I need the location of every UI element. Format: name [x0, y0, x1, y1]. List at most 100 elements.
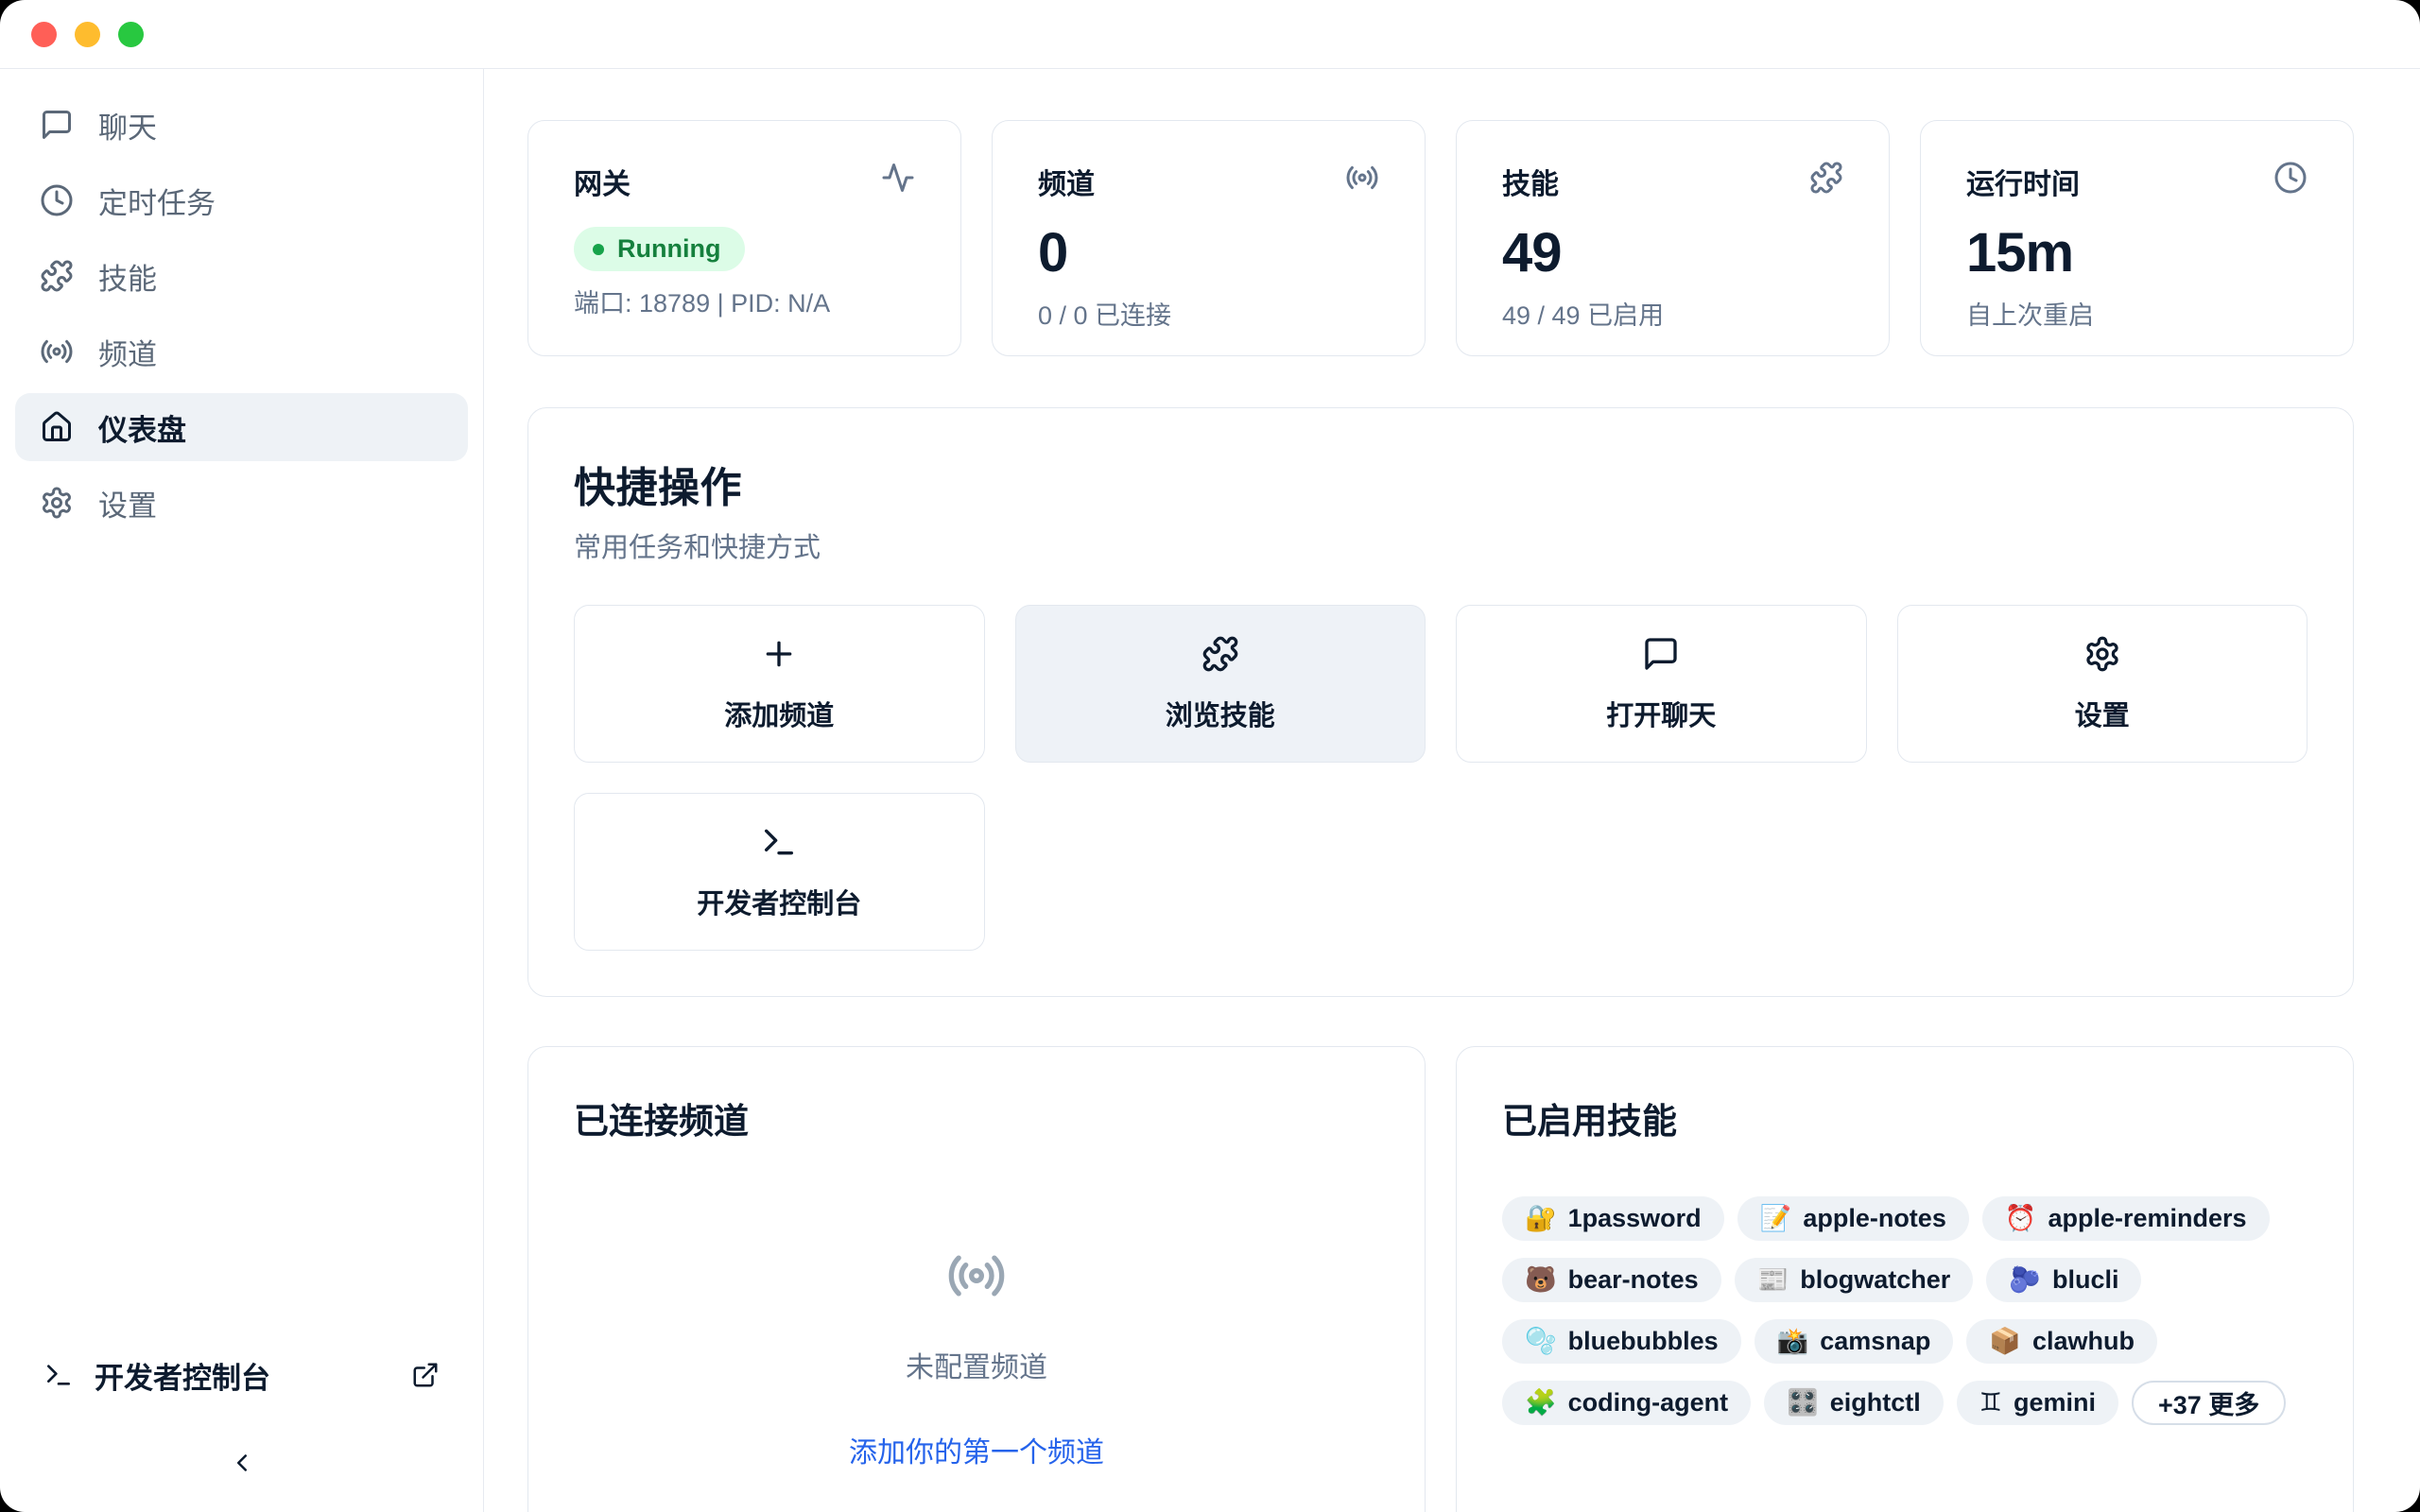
skill-emoji: 🔐 — [1525, 1206, 1557, 1231]
skill-emoji: 🐻 — [1525, 1267, 1557, 1293]
main-content: 网关 Running 端口: 18789 | PID: N/A 频道 — [484, 69, 2420, 1512]
sidebar-item-label: 定时任务 — [98, 180, 216, 222]
minimize-button[interactable] — [75, 22, 100, 47]
skill-name: blogwatcher — [1800, 1265, 1950, 1295]
app-window: 聊天 定时任务 技能 频道 — [0, 0, 2420, 1512]
add-first-channel-link[interactable]: 添加你的第一个频道 — [849, 1429, 1104, 1470]
skill-tag: 📰 blogwatcher — [1735, 1258, 1974, 1302]
status-dot — [593, 244, 604, 255]
status-badge-label: Running — [617, 234, 720, 264]
sidebar-item-label: 设置 — [98, 482, 157, 524]
quick-action-button[interactable]: 打开聊天 — [1456, 605, 1867, 763]
enabled-skills-title: 已启用技能 — [1502, 1092, 2308, 1143]
collapse-sidebar-button[interactable] — [221, 1442, 263, 1484]
stat-subtext: 49 / 49 已启用 — [1502, 295, 1843, 332]
quick-action-button[interactable]: 开发者控制台 — [574, 793, 985, 951]
quick-actions-title: 快捷操作 — [574, 454, 2308, 514]
puzzle-icon — [1201, 635, 1239, 673]
skill-name: clawhub — [2032, 1327, 2135, 1356]
sidebar-item-label: 技能 — [98, 255, 157, 298]
gear-icon — [2083, 635, 2121, 673]
skill-emoji: 🫧 — [1525, 1329, 1557, 1354]
skill-name: 1password — [1568, 1204, 1702, 1233]
puzzle-icon — [40, 259, 74, 293]
close-button[interactable] — [31, 22, 57, 47]
skill-name: eightctl — [1830, 1388, 1921, 1418]
skill-tag: 🔐 1password — [1502, 1196, 1724, 1241]
sidebar-item-label: 仪表盘 — [98, 406, 186, 449]
sidebar-item[interactable]: 设置 — [15, 469, 468, 537]
app-body: 聊天 定时任务 技能 频道 — [0, 69, 2420, 1512]
quick-action-button[interactable]: 浏览技能 — [1015, 605, 1426, 763]
stat-card: 网关 Running 端口: 18789 | PID: N/A — [527, 120, 961, 356]
titlebar — [0, 0, 2420, 69]
stat-title: 网关 — [574, 161, 631, 202]
traffic-lights — [31, 22, 144, 47]
stat-subtext: 0 / 0 已连接 — [1038, 295, 1379, 332]
skill-emoji: ⏰ — [2005, 1206, 2037, 1231]
zoom-button[interactable] — [118, 22, 144, 47]
stat-value: 15m — [1966, 223, 2308, 284]
quick-action-button[interactable]: 添加频道 — [574, 605, 985, 763]
more-skills-button[interactable]: +37 更多 — [2132, 1381, 2286, 1425]
skill-emoji: 📝 — [1760, 1206, 1792, 1231]
quick-action-label: 开发者控制台 — [697, 882, 861, 921]
skill-name: bluebubbles — [1568, 1327, 1719, 1356]
plus-icon — [760, 635, 798, 673]
quick-actions-subtitle: 常用任务和快捷方式 — [574, 525, 2308, 565]
stat-value: 49 — [1502, 223, 1843, 284]
skill-tag: 🐻 bear-notes — [1502, 1258, 1721, 1302]
clock-icon — [2273, 161, 2308, 195]
skill-tag: 🫐 blucli — [1986, 1258, 2141, 1302]
skill-tag: 🎛️ eightctl — [1764, 1381, 1944, 1425]
activity-icon — [881, 161, 915, 195]
clock-icon — [40, 183, 74, 217]
sidebar-item[interactable]: 技能 — [15, 242, 468, 310]
stat-subtext: 端口: 18789 | PID: N/A — [574, 283, 915, 319]
external-link-icon[interactable] — [411, 1361, 440, 1389]
radio-icon — [946, 1246, 1007, 1306]
skill-emoji: 🎛️ — [1787, 1390, 1819, 1416]
terminal-icon — [43, 1360, 74, 1390]
sidebar-item[interactable]: 定时任务 — [15, 166, 468, 234]
quick-action-label: 浏览技能 — [1166, 694, 1275, 733]
sidebar: 聊天 定时任务 技能 频道 — [0, 69, 484, 1512]
skill-name: gemini — [2014, 1388, 2096, 1418]
sidebar-footer: 开发者控制台 — [15, 1342, 468, 1489]
collapse-row — [15, 1436, 468, 1489]
sidebar-item[interactable]: 聊天 — [15, 91, 468, 159]
skill-tag: 🫧 bluebubbles — [1502, 1319, 1741, 1364]
skill-tag: 📦 clawhub — [1966, 1319, 2157, 1364]
quick-action-button[interactable]: 设置 — [1897, 605, 2308, 763]
connected-channels-panel: 已连接频道 未配置频道 添加你的第一个频道 — [527, 1046, 1426, 1512]
stat-title: 技能 — [1502, 161, 1559, 202]
skill-tag: ♊ gemini — [1957, 1381, 2118, 1425]
skill-emoji: 🧩 — [1525, 1390, 1557, 1416]
skill-emoji: 📸 — [1777, 1329, 1809, 1354]
developer-console-row[interactable]: 开发者控制台 — [15, 1342, 468, 1408]
radio-icon — [1345, 161, 1379, 195]
sidebar-item[interactable]: 仪表盘 — [15, 393, 468, 461]
skill-tag: ⏰ apple-reminders — [1982, 1196, 2270, 1241]
radio-icon — [40, 335, 74, 369]
puzzle-icon — [1809, 161, 1843, 195]
developer-console-label: 开发者控制台 — [95, 1354, 270, 1397]
stat-card: 技能 49 49 / 49 已启用 — [1456, 120, 1890, 356]
stat-value: 0 — [1038, 223, 1379, 284]
skill-emoji: 📦 — [1989, 1329, 2021, 1354]
skill-name: coding-agent — [1568, 1388, 1729, 1418]
stat-subtext: 自上次重启 — [1966, 295, 2308, 332]
chevron-left-icon — [228, 1449, 256, 1477]
skill-name: bear-notes — [1568, 1265, 1699, 1295]
skill-emoji: 📰 — [1757, 1267, 1789, 1293]
bottom-grid: 已连接频道 未配置频道 添加你的第一个频道 已启用技能 🔐 1password — [527, 1046, 2354, 1512]
skill-name: apple-reminders — [2048, 1204, 2246, 1233]
sidebar-item[interactable]: 频道 — [15, 318, 468, 386]
chat-icon — [1642, 635, 1680, 673]
stat-title: 运行时间 — [1966, 161, 2080, 202]
quick-action-label: 打开聊天 — [1606, 694, 1716, 733]
sidebar-item-label: 聊天 — [98, 104, 157, 146]
terminal-icon — [760, 823, 798, 861]
skill-name: apple-notes — [1803, 1204, 1946, 1233]
channels-empty-state: 未配置频道 添加你的第一个频道 — [574, 1246, 1379, 1470]
